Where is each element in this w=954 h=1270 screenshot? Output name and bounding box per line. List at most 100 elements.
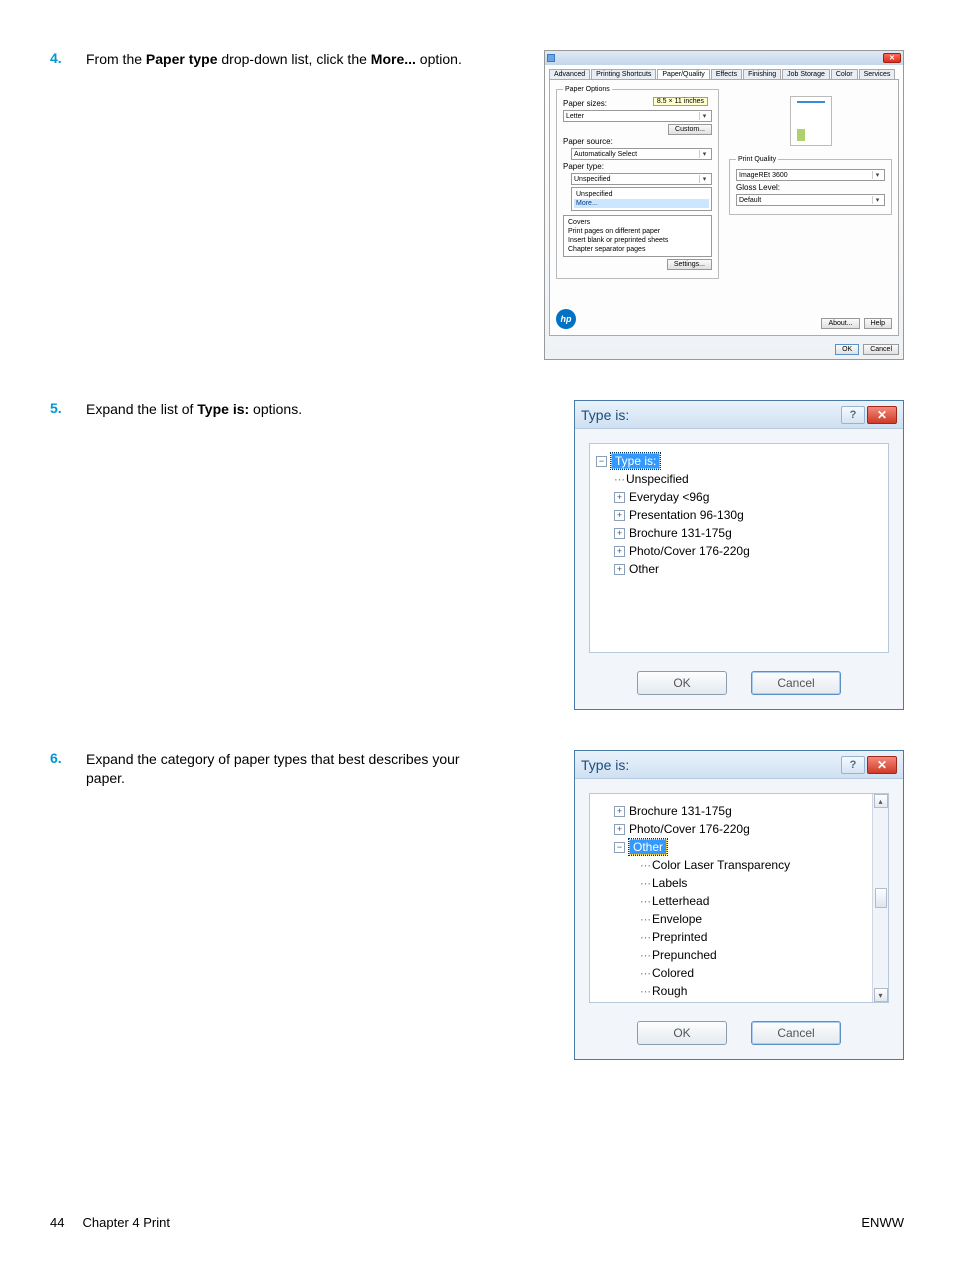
collapse-icon[interactable]: − <box>596 456 607 467</box>
chevron-down-icon: ▾ <box>872 196 882 204</box>
settings-button[interactable]: Settings... <box>667 259 712 270</box>
paper-sizes-label: Paper sizes: <box>563 99 607 108</box>
step-5-text: Expand the list of Type is: options. <box>86 400 302 419</box>
tree-item[interactable]: Brochure 131-175g <box>629 526 732 540</box>
custom-button[interactable]: Custom... <box>668 124 712 135</box>
paper-source-select[interactable]: Automatically Select▾ <box>571 148 712 160</box>
tab-services[interactable]: Services <box>859 69 896 79</box>
tree-item[interactable]: Brochure 131-175g <box>629 804 732 818</box>
chevron-down-icon: ▾ <box>699 175 709 183</box>
tree-item[interactable]: Presentation 96-130g <box>629 508 744 522</box>
expand-icon[interactable]: + <box>614 528 625 539</box>
step-number: 4. <box>50 50 86 66</box>
expand-icon[interactable]: + <box>614 510 625 521</box>
list-item[interactable]: Chapter separator pages <box>566 245 709 254</box>
close-icon[interactable]: ✕ <box>867 756 897 774</box>
paper-sizes-select[interactable]: Letter▾ <box>563 110 712 122</box>
tree-branch-icon: ⋯ <box>640 931 650 944</box>
tab-advanced[interactable]: Advanced <box>549 69 590 79</box>
type-tree[interactable]: −Type is: ⋯Unspecified +Everyday <96g +P… <box>596 452 882 578</box>
expand-icon[interactable]: + <box>614 824 625 835</box>
close-icon[interactable]: ✕ <box>867 406 897 424</box>
paper-options-legend: Paper Options <box>563 86 612 93</box>
ok-button[interactable]: OK <box>835 344 859 355</box>
list-item[interactable]: Covers <box>566 218 709 227</box>
tree-item-other[interactable]: Other <box>629 839 667 855</box>
about-button[interactable]: About... <box>821 318 859 329</box>
scroll-thumb[interactable] <box>875 888 887 908</box>
expand-icon[interactable]: + <box>614 806 625 817</box>
tree-item[interactable]: Preprinted <box>652 930 707 944</box>
tree-branch-icon: ⋯ <box>640 985 650 998</box>
tree-item[interactable]: Photo/Cover 176-220g <box>629 822 750 836</box>
paper-type-select[interactable]: Unspecified▾ <box>571 173 712 185</box>
special-pages-list[interactable]: Covers Print pages on different paper In… <box>563 215 712 257</box>
tree-item[interactable]: Everyday <96g <box>629 490 709 504</box>
paper-size-tooltip: 8.5 × 11 inches <box>653 97 708 106</box>
list-item[interactable]: Print pages on different paper <box>566 227 709 236</box>
tree-branch-icon: ⋯ <box>640 859 650 872</box>
tree-branch-icon: ⋯ <box>640 877 650 890</box>
tree-item[interactable]: Unspecified <box>626 472 689 486</box>
tree-item[interactable]: Prepunched <box>652 948 717 962</box>
paper-type-label: Paper type: <box>563 162 712 171</box>
footer-brand: ENWW <box>861 1215 904 1230</box>
cancel-button[interactable]: Cancel <box>751 671 841 695</box>
collapse-icon[interactable]: − <box>614 842 625 853</box>
ok-button[interactable]: OK <box>637 671 727 695</box>
tree-item[interactable]: Letterhead <box>652 894 709 908</box>
paper-source-label: Paper source: <box>563 137 712 146</box>
type-tree[interactable]: + Brochure 131-175g + Photo/Cover 176-220g… <box>596 802 870 1003</box>
paper-type-dropdown-list[interactable]: Unspecified More... <box>571 187 712 211</box>
expand-icon[interactable]: + <box>614 564 625 575</box>
scroll-down-icon[interactable]: ▾ <box>874 988 888 1002</box>
tree-branch-icon: ⋯ <box>640 949 650 962</box>
tree-item[interactable]: Labels <box>652 876 687 890</box>
hp-logo-icon: hp <box>556 309 576 329</box>
step-number: 6. <box>50 750 86 766</box>
printer-properties-dialog: ✕ Advanced Printing Shortcuts Paper/Qual… <box>544 50 904 360</box>
tree-item[interactable]: Other <box>629 562 659 576</box>
ok-button[interactable]: OK <box>637 1021 727 1045</box>
paper-options-group: Paper Options Paper sizes: 8.5 × 11 inch… <box>556 86 719 279</box>
print-quality-select[interactable]: ImageREt 3600▾ <box>736 169 885 181</box>
tree-item[interactable]: HP Tough Paper <box>652 1002 740 1003</box>
gloss-level-select[interactable]: Default▾ <box>736 194 885 206</box>
tab-paper-quality[interactable]: Paper/Quality <box>657 69 709 79</box>
step-number: 5. <box>50 400 86 416</box>
gloss-level-label: Gloss Level: <box>736 183 885 192</box>
list-item[interactable]: Insert blank or preprinted sheets <box>566 236 709 245</box>
print-quality-group: Print Quality ImageREt 3600▾ Gloss Level… <box>729 156 892 215</box>
tab-strip: Advanced Printing Shortcuts Paper/Qualit… <box>545 65 903 79</box>
tab-effects[interactable]: Effects <box>711 69 742 79</box>
expand-icon[interactable]: + <box>614 492 625 503</box>
tab-finishing[interactable]: Finishing <box>743 69 781 79</box>
scroll-up-icon[interactable]: ▴ <box>874 794 888 808</box>
chapter-label: Chapter 4 Print <box>83 1215 170 1230</box>
help-button[interactable]: Help <box>864 318 892 329</box>
tree-branch-icon: ⋯ <box>640 1003 650 1004</box>
scrollbar[interactable]: ▴ ▾ <box>872 794 888 1002</box>
tab-job-storage[interactable]: Job Storage <box>782 69 830 79</box>
tree-branch-icon: ⋯ <box>640 895 650 908</box>
tree-item[interactable]: Colored <box>652 966 694 980</box>
expand-icon[interactable]: + <box>614 546 625 557</box>
paper-type-option[interactable]: Unspecified <box>574 190 709 199</box>
tree-item[interactable]: Photo/Cover 176-220g <box>629 544 750 558</box>
tree-root[interactable]: Type is: <box>611 453 660 469</box>
tab-color[interactable]: Color <box>831 69 858 79</box>
tree-branch-icon: ⋯ <box>640 967 650 980</box>
cancel-button[interactable]: Cancel <box>863 344 899 355</box>
tree-item[interactable]: Envelope <box>652 912 702 926</box>
tree-item[interactable]: Rough <box>652 984 687 998</box>
tree-item[interactable]: Color Laser Transparency <box>652 858 790 872</box>
tab-shortcuts[interactable]: Printing Shortcuts <box>591 69 656 79</box>
help-icon[interactable]: ? <box>841 406 865 424</box>
paper-type-option-more[interactable]: More... <box>574 199 709 208</box>
cancel-button[interactable]: Cancel <box>751 1021 841 1045</box>
close-icon[interactable]: ✕ <box>883 53 901 63</box>
tree-branch-icon: ⋯ <box>640 913 650 926</box>
step-4-text: From the Paper type drop-down list, clic… <box>86 50 462 69</box>
chevron-down-icon: ▾ <box>872 171 882 179</box>
help-icon[interactable]: ? <box>841 756 865 774</box>
